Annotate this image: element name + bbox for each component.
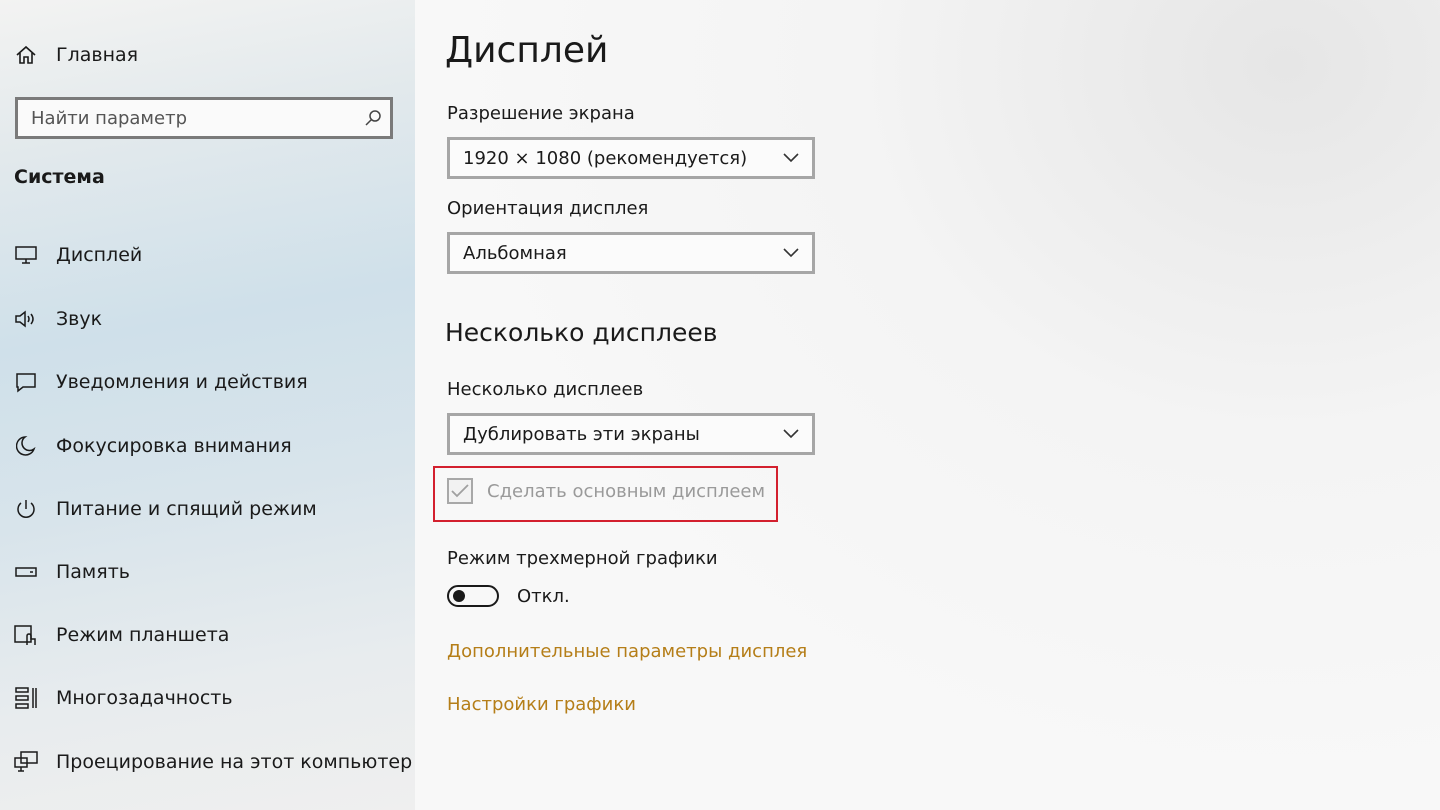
search-input[interactable] [18, 99, 353, 137]
multi-display-dropdown[interactable]: Дублировать эти экраны [447, 413, 815, 455]
sidebar-item-label: Проецирование на этот компьютер [56, 751, 413, 773]
notification-icon [14, 370, 38, 394]
sidebar-item-notifications[interactable]: Уведомления и действия [14, 370, 308, 394]
main-content: Дисплей Разрешение экрана 1920 × 1080 (р… [415, 0, 1440, 810]
sidebar-item-power[interactable]: Питание и спящий режим [14, 497, 317, 521]
multi-display-section-title: Несколько дисплеев [445, 318, 718, 347]
sidebar-item-storage[interactable]: Память [14, 560, 130, 584]
hdr-state-label: Откл. [517, 585, 570, 607]
page-title: Дисплей [445, 30, 609, 71]
chevron-down-icon [780, 147, 802, 169]
checkmark-icon [451, 484, 469, 498]
projecting-icon [14, 750, 38, 774]
hdr-toggle[interactable] [447, 585, 499, 607]
chevron-down-icon [780, 423, 802, 445]
sidebar-item-label: Многозадачность [56, 687, 233, 709]
power-icon [14, 497, 38, 521]
sidebar-item-label: Память [56, 561, 130, 583]
make-main-display-label: Сделать основным дисплеем [487, 480, 766, 502]
sidebar-item-display[interactable]: Дисплей [14, 243, 142, 267]
moon-icon [14, 434, 38, 458]
make-main-display-checkbox[interactable] [447, 478, 473, 504]
hdr-label: Режим трехмерной графики [447, 548, 718, 569]
orientation-label: Ориентация дисплея [447, 198, 649, 219]
sidebar-item-label: Уведомления и действия [56, 371, 308, 393]
sidebar-item-label: Режим планшета [56, 624, 230, 646]
sidebar-section-title: Система [14, 166, 105, 188]
speaker-icon [14, 307, 38, 331]
advanced-display-link[interactable]: Дополнительные параметры дисплея [447, 641, 807, 662]
sidebar-item-label: Звук [56, 308, 103, 330]
orientation-dropdown[interactable]: Альбомная [447, 232, 815, 274]
storage-icon [14, 560, 38, 584]
sidebar-item-projecting[interactable]: Проецирование на этот компьютер [14, 750, 412, 774]
sidebar-item-home[interactable]: Главная [14, 43, 138, 67]
sidebar-home-label: Главная [56, 44, 139, 66]
chevron-down-icon [780, 242, 802, 264]
search-icon[interactable] [361, 106, 385, 130]
home-icon [14, 43, 38, 67]
search-box[interactable] [15, 97, 393, 139]
sidebar-item-sound[interactable]: Звук [14, 307, 102, 331]
resolution-value: 1920 × 1080 (рекомендуется) [463, 147, 748, 169]
resolution-label: Разрешение экрана [447, 103, 635, 124]
sidebar-item-focus[interactable]: Фокусировка внимания [14, 434, 292, 458]
monitor-icon [14, 243, 38, 267]
multitasking-icon [14, 686, 38, 710]
sidebar-item-label: Питание и спящий режим [56, 498, 317, 520]
toggle-knob [453, 590, 465, 602]
sidebar: Главная Система Дисплей Звук [0, 0, 415, 810]
graphics-settings-link[interactable]: Настройки графики [447, 694, 636, 715]
make-main-display-checkbox-row[interactable]: Сделать основным дисплеем [447, 478, 765, 504]
multi-display-value: Дублировать эти экраны [463, 423, 700, 445]
orientation-value: Альбомная [463, 242, 567, 264]
sidebar-item-label: Фокусировка внимания [56, 435, 292, 457]
sidebar-item-label: Дисплей [56, 244, 143, 266]
resolution-dropdown[interactable]: 1920 × 1080 (рекомендуется) [447, 137, 815, 179]
sidebar-item-tablet[interactable]: Режим планшета [14, 623, 229, 647]
tablet-icon [14, 623, 38, 647]
multi-display-label: Несколько дисплеев [447, 379, 644, 400]
sidebar-item-multitasking[interactable]: Многозадачность [14, 686, 233, 710]
hdr-toggle-row: Откл. [447, 585, 570, 607]
